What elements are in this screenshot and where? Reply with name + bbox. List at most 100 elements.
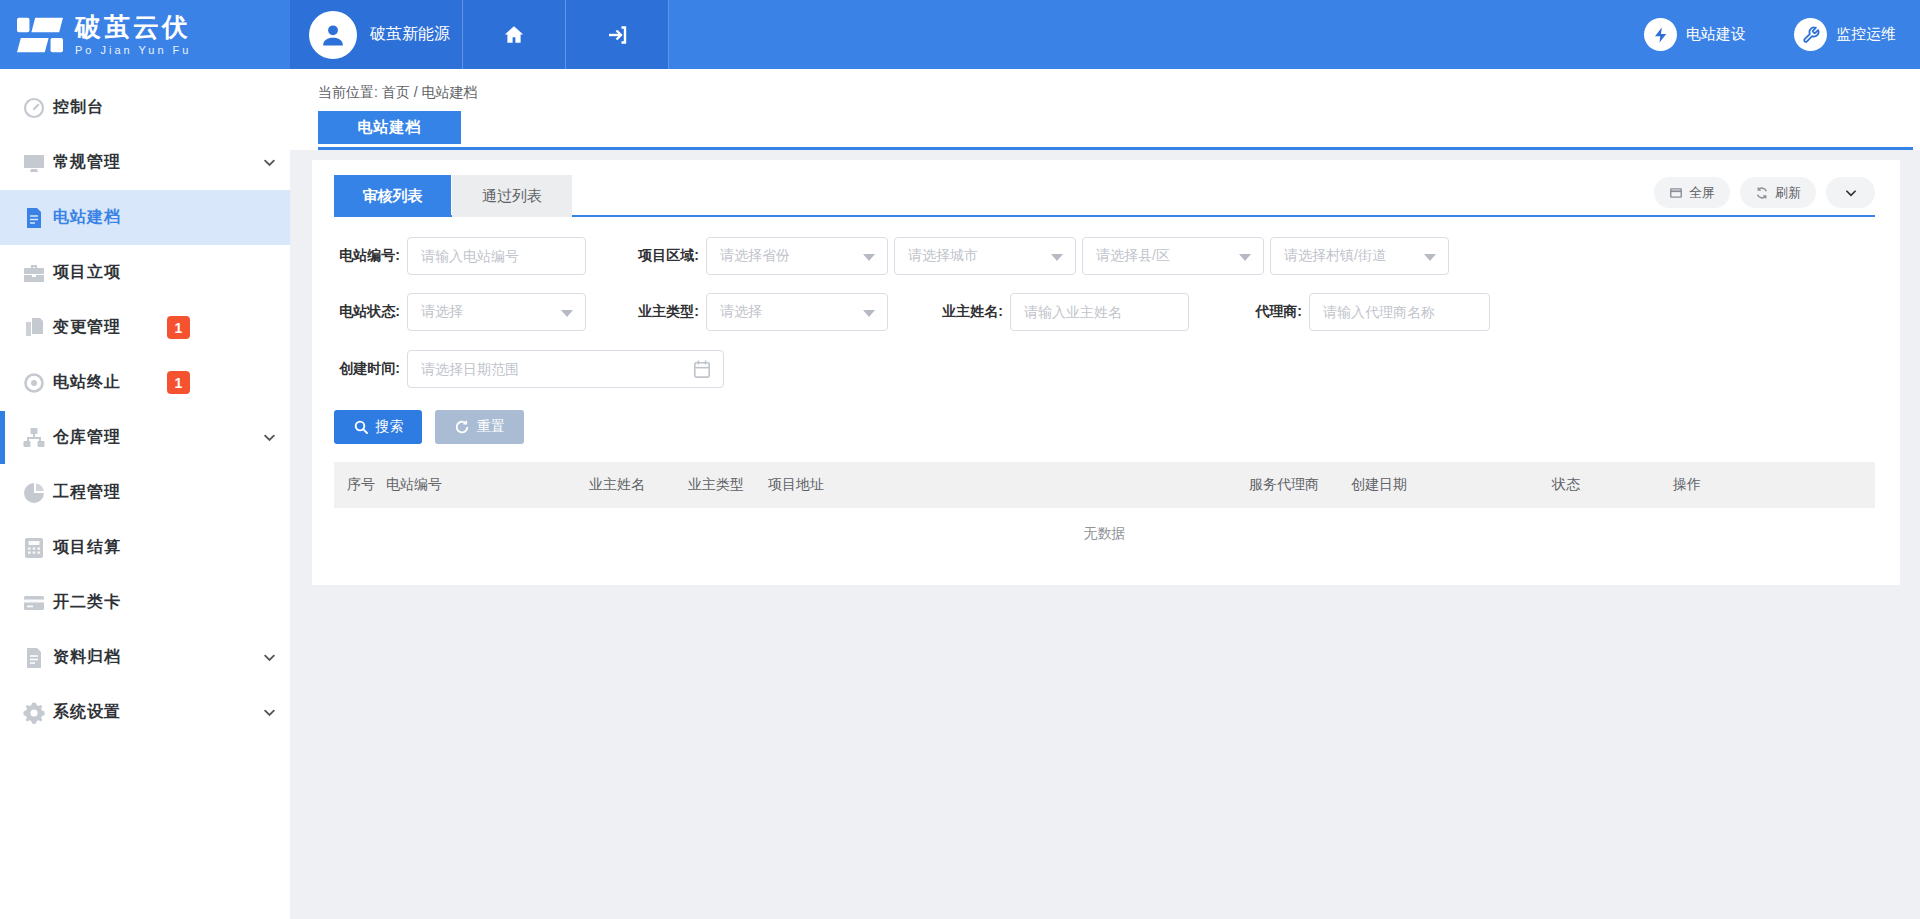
briefcase-icon: [21, 260, 46, 285]
logo-icon: [17, 17, 63, 53]
city-select[interactable]: 请选择城市: [894, 237, 1076, 275]
panel-tab-bar: 审核列表 通过列表 全屏 刷新: [334, 175, 1875, 217]
owner-name-input[interactable]: [1010, 293, 1189, 331]
main-area: 当前位置: 首页 / 电站建档 电站建档 审核列表 通过列表 全屏: [290, 69, 1920, 919]
sidebar-item-change-mgmt[interactable]: 变更管理 1: [0, 300, 290, 355]
logout-icon: [605, 23, 629, 47]
table-header: 序号 电站编号 业主姓名 业主类型 项目地址 服务代理商 创建日期 状态 操作: [334, 462, 1875, 508]
home-icon: [502, 23, 526, 47]
sidebar-item-general-mgmt[interactable]: 常规管理: [0, 135, 290, 190]
owner-type-label: 业主类型:: [637, 303, 706, 321]
col-owner-type: 业主类型: [675, 476, 755, 494]
caret-down-icon: [561, 310, 573, 317]
collapse-button[interactable]: [1826, 177, 1875, 208]
col-index: 序号: [334, 476, 373, 494]
search-button[interactable]: 搜索: [334, 410, 422, 444]
pages-icon: [21, 315, 46, 340]
county-select[interactable]: 请选择县/区: [1082, 237, 1264, 275]
document-icon: [21, 205, 46, 230]
region-label: 项目区域:: [637, 247, 706, 265]
breadcrumb-home[interactable]: 首页: [382, 84, 410, 100]
logout-button[interactable]: [566, 0, 669, 69]
logo-title: 破茧云伏: [75, 14, 191, 40]
nav-monitor-ops[interactable]: 监控运维: [1794, 0, 1896, 69]
card-icon: [21, 590, 46, 615]
breadcrumb-separator: /: [414, 84, 418, 100]
chevron-down-icon: [262, 705, 277, 720]
breadcrumb-current: 电站建档: [421, 84, 477, 100]
caret-down-icon: [1424, 254, 1436, 261]
village-select[interactable]: 请选择村镇/街道: [1270, 237, 1449, 275]
sidebar-item-project-settlement[interactable]: 项目结算: [0, 520, 290, 575]
nav-station-build[interactable]: 电站建设: [1644, 0, 1746, 69]
create-time-label: 创建时间:: [334, 360, 407, 378]
user-menu[interactable]: 破茧新能源: [290, 0, 463, 69]
chevron-down-icon: [262, 650, 277, 665]
station-no-label: 电站编号:: [334, 247, 407, 265]
col-create-date: 创建日期: [1338, 476, 1539, 494]
sidebar-item-project-initiation[interactable]: 项目立项: [0, 245, 290, 300]
panel: 审核列表 通过列表 全屏 刷新: [312, 160, 1900, 585]
company-name: 破茧新能源: [370, 24, 450, 45]
user-icon: [319, 21, 347, 49]
pie-icon: [21, 480, 46, 505]
caret-down-icon: [863, 254, 875, 261]
monitor-icon: [21, 150, 46, 175]
agent-input[interactable]: [1309, 293, 1490, 331]
caret-down-icon: [863, 310, 875, 317]
filter-row-3: 创建时间:: [334, 350, 1875, 388]
home-button[interactable]: [463, 0, 566, 69]
header-user-zone: 破茧新能源: [290, 0, 669, 69]
content-area: 审核列表 通过列表 全屏 刷新: [290, 150, 1920, 919]
tab-review-list[interactable]: 审核列表: [334, 175, 451, 217]
dashboard-icon: [21, 95, 46, 120]
owner-type-select[interactable]: 请选择: [706, 293, 888, 331]
filter-actions: 搜索 重置: [334, 410, 524, 444]
app-logo: 破茧云伏 Po Jian Yun Fu: [0, 0, 290, 69]
tab-passed-list[interactable]: 通过列表: [452, 175, 572, 217]
badge-count: 1: [167, 371, 190, 394]
calendar-icon: [693, 359, 711, 379]
avatar: [309, 11, 357, 59]
date-range-input[interactable]: [407, 350, 724, 388]
nav-label: 监控运维: [1836, 25, 1896, 44]
calculator-icon: [21, 535, 46, 560]
badge-count: 1: [167, 316, 190, 339]
refresh-button[interactable]: 刷新: [1740, 177, 1816, 208]
sidebar-item-dashboard[interactable]: 控制台: [0, 80, 290, 135]
col-owner-name: 业主姓名: [576, 476, 675, 494]
sidebar-item-data-archive[interactable]: 资料归档: [0, 630, 290, 685]
station-status-select[interactable]: 请选择: [407, 293, 586, 331]
agent-label: 代理商:: [1241, 303, 1309, 321]
reset-button[interactable]: 重置: [435, 410, 524, 444]
sidebar-item-station-termination[interactable]: 电站终止 1: [0, 355, 290, 410]
page-tab-bar: 电站建档: [318, 114, 1913, 150]
caret-down-icon: [1051, 254, 1063, 261]
sidebar-item-system-settings[interactable]: 系统设置: [0, 685, 290, 740]
sidebar-item-station-archive[interactable]: 电站建档: [0, 190, 290, 245]
province-select[interactable]: 请选择省份: [706, 237, 888, 275]
filter-row-2: 电站状态: 请选择 业主类型: 请选择 业主姓名: 代理商:: [334, 293, 1875, 331]
sidebar-item-warehouse-mgmt[interactable]: 仓库管理: [0, 410, 290, 465]
col-project-address: 项目地址: [755, 476, 1236, 494]
station-no-input[interactable]: [407, 237, 586, 275]
bolt-icon: [1644, 18, 1677, 51]
col-actions: 操作: [1660, 476, 1875, 494]
date-range-field: [407, 350, 724, 388]
wrench-icon: [1794, 18, 1827, 51]
station-status-label: 电站状态:: [334, 303, 407, 321]
fullscreen-button[interactable]: 全屏: [1654, 177, 1730, 208]
page-tab-station-archive[interactable]: 电站建档: [318, 111, 461, 144]
region-selects: 请选择省份 请选择城市 请选择县/区 请选择村镇/街道: [706, 237, 1449, 275]
chevron-down-icon: [1844, 186, 1858, 200]
filter-row-1: 电站编号: 项目区域: 请选择省份 请选择城市 请选择县/区 请选择村镇/街道: [334, 237, 1875, 275]
empty-state: 无数据: [334, 508, 1875, 560]
breadcrumb: 当前位置: 首页 / 电站建档: [318, 84, 477, 102]
caret-down-icon: [1239, 254, 1251, 261]
results-table: 序号 电站编号 业主姓名 业主类型 项目地址 服务代理商 创建日期 状态 操作 …: [334, 462, 1875, 560]
sidebar-item-engineering-mgmt[interactable]: 工程管理: [0, 465, 290, 520]
sidebar-item-open-card[interactable]: 开二类卡: [0, 575, 290, 630]
chevron-down-icon: [262, 155, 277, 170]
top-bar: 破茧云伏 Po Jian Yun Fu 破茧新能源: [0, 0, 1920, 69]
header-spacer: [669, 0, 1644, 69]
